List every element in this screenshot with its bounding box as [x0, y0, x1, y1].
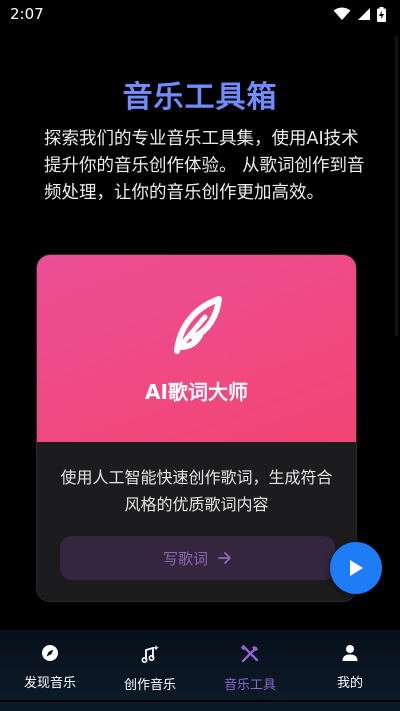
person-icon: [342, 645, 358, 661]
card-title: AI歌词大师: [145, 380, 248, 404]
play-icon: [350, 560, 363, 576]
card-hero: AI歌词大师: [37, 255, 356, 442]
page-title: 音乐工具箱: [122, 80, 278, 115]
feather-icon: [174, 296, 222, 354]
arrow-right-icon: [218, 552, 231, 564]
nav-label-mine: 我的: [336, 676, 363, 691]
write-lyrics-button[interactable]: 写歌词: [60, 536, 335, 580]
cellular-signal-icon: [358, 8, 370, 20]
status-time: 2:07: [10, 5, 44, 23]
nav-label-create-music: 创作音乐: [123, 678, 176, 693]
status-icons: [333, 6, 386, 22]
tools-icon: [241, 645, 259, 663]
battery-charging-icon: [377, 6, 386, 22]
bottom-navigation: 发现音乐 创作音乐 音乐工具 我的: [0, 630, 400, 700]
page-description: 探索我们的专业音乐工具集，使用AI技术提升你的音乐创作体验。 从歌词创作到音频处…: [44, 129, 365, 203]
wifi-icon: [333, 7, 351, 20]
nav-item-mine[interactable]: 我的: [300, 630, 400, 700]
nav-label-music-tools: 音乐工具: [223, 678, 276, 693]
system-navigation-bar: [0, 702, 400, 711]
nav-label-discover-music: 发现音乐: [23, 676, 76, 691]
play-fab-button[interactable]: [330, 542, 382, 594]
compass-icon: [42, 645, 58, 661]
nav-item-music-tools[interactable]: 音乐工具: [200, 630, 300, 700]
nav-item-create-music[interactable]: 创作音乐: [100, 630, 200, 700]
write-lyrics-button-label: 写歌词: [162, 549, 208, 568]
status-bar: 2:07: [0, 0, 400, 28]
nav-item-discover-music[interactable]: 发现音乐: [0, 630, 100, 700]
card-description: 使用人工智能快速创作歌词，生成符合风格的优质歌词内容: [60, 468, 333, 514]
ai-lyrics-tool-card[interactable]: AI歌词大师 使用人工智能快速创作歌词，生成符合风格的优质歌词内容 写歌词: [36, 254, 357, 602]
music-note-sparkle-icon: [141, 645, 159, 664]
